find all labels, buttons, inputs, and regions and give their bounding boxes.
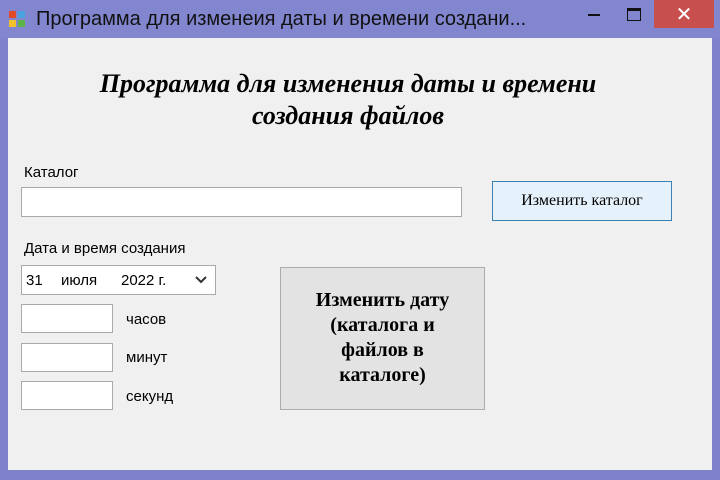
date-day: 31: [26, 272, 43, 289]
seconds-label: секунд: [126, 388, 174, 405]
page-title-line2: создания файлов: [251, 101, 445, 130]
catalog-path-input[interactable]: [21, 187, 462, 217]
date-picker[interactable]: 31 июля 2022 г.: [21, 265, 216, 295]
app-window: Программа для изменеия даты и времени со…: [0, 0, 720, 480]
app-icon: [9, 11, 25, 27]
form-client-area: Программа для изменения даты и времени с…: [8, 38, 712, 470]
seconds-input[interactable]: [21, 381, 113, 410]
change-date-line1: Изменить дату: [315, 289, 450, 311]
change-date-button[interactable]: Изменить дату (каталога и файлов в катал…: [280, 267, 485, 410]
minutes-input[interactable]: [21, 343, 113, 372]
change-date-line2: (каталога и: [330, 314, 435, 336]
minimize-button[interactable]: [578, 0, 610, 30]
maximize-button[interactable]: [618, 0, 650, 30]
close-icon: ✕: [675, 2, 693, 26]
catalog-label: Каталог: [24, 164, 79, 181]
title-bar[interactable]: Программа для изменеия даты и времени со…: [0, 0, 720, 38]
page-title-line1: Программа для изменения даты и времени: [99, 69, 597, 98]
hours-label: часов: [126, 311, 167, 328]
window-title: Программа для изменеия даты и времени со…: [36, 8, 527, 30]
change-catalog-button[interactable]: Изменить каталог: [492, 181, 672, 221]
minimize-icon: [588, 14, 600, 16]
change-date-line4: каталоге): [339, 364, 426, 386]
window-bottom-border: [0, 470, 720, 480]
minutes-label: минут: [126, 349, 168, 366]
date-year: 2022 г.: [121, 272, 167, 289]
date-month: июля: [61, 272, 98, 289]
chevron-down-icon[interactable]: [194, 273, 208, 287]
page-title: Программа для изменения даты и времени с…: [8, 68, 688, 132]
close-button[interactable]: ✕: [654, 0, 714, 28]
datetime-label: Дата и время создания: [24, 240, 186, 257]
maximize-icon: [627, 8, 641, 21]
change-date-line3: файлов в: [341, 339, 424, 361]
hours-input[interactable]: [21, 304, 113, 333]
